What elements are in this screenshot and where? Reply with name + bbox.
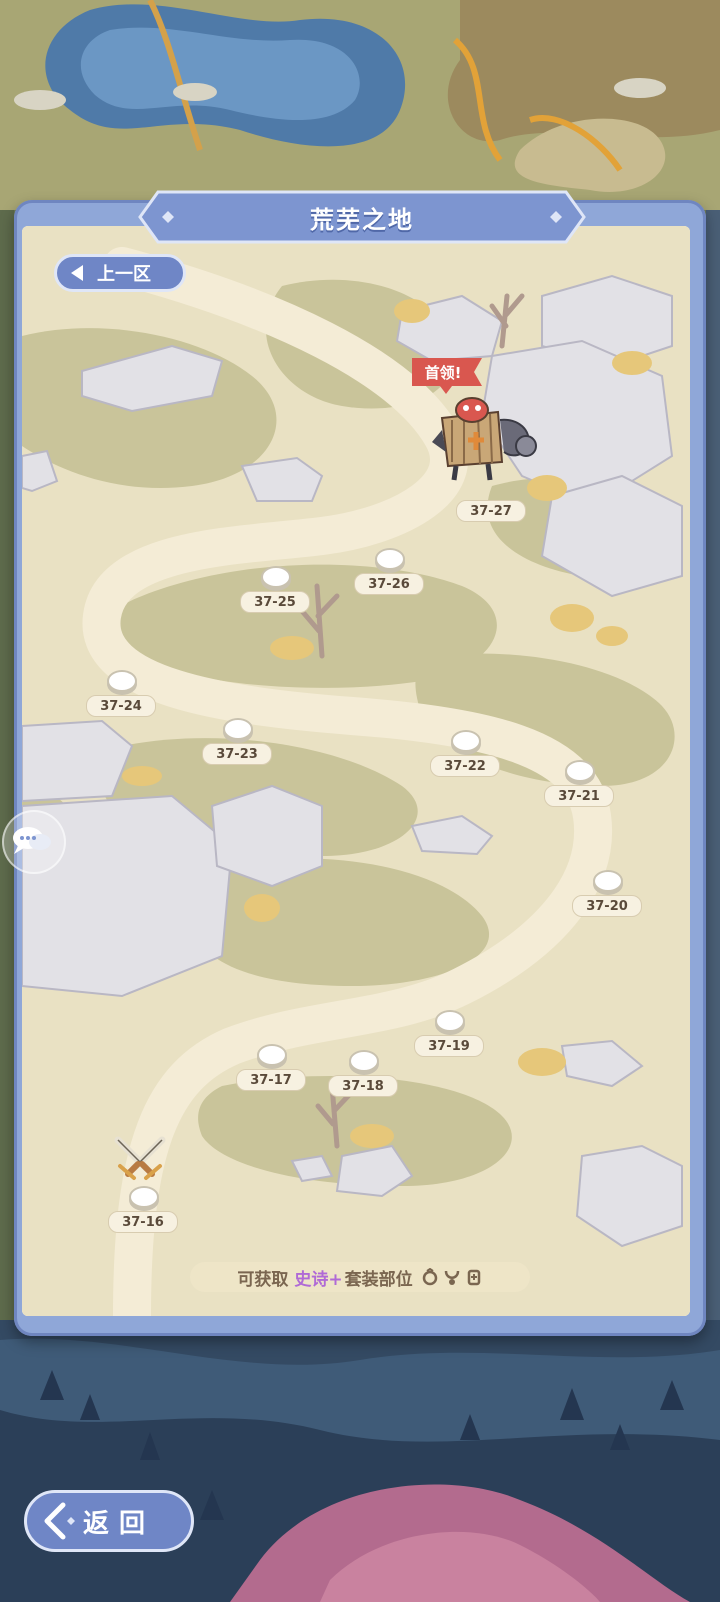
- level-marker: [565, 760, 595, 782]
- level-node-37-23[interactable]: 37-23: [196, 718, 276, 778]
- reward-suffix: 套装部位: [344, 1269, 413, 1290]
- level-node-37-20[interactable]: 37-20: [566, 870, 646, 930]
- level-node-37-26[interactable]: 37-26: [348, 548, 428, 608]
- level-marker: [107, 670, 137, 692]
- level-node-37-19[interactable]: 37-19: [408, 1010, 488, 1070]
- previous-zone-label: 上一区: [97, 264, 151, 285]
- reward-quality: 史诗+: [294, 1269, 343, 1290]
- crossed-swords-icon: [114, 1136, 166, 1180]
- reward-prefix: 可获取: [237, 1269, 289, 1290]
- level-marker: [349, 1050, 379, 1072]
- level-node-37-17[interactable]: 37-17: [230, 1044, 310, 1104]
- necklace-icon: [444, 1270, 459, 1285]
- level-node-37-27[interactable]: 37-27: [450, 486, 530, 546]
- level-marker: [593, 870, 623, 892]
- charm-icon: [467, 1269, 480, 1286]
- previous-zone-button[interactable]: 上一区: [54, 254, 186, 292]
- chat-button[interactable]: [2, 810, 66, 874]
- zone-title-bar: 荒芜之地: [138, 190, 586, 244]
- level-label: 37-22: [430, 755, 500, 777]
- level-node-37-21[interactable]: 37-21: [538, 760, 618, 820]
- level-label: 37-24: [86, 695, 156, 717]
- level-marker: [435, 1010, 465, 1032]
- level-node-37-22[interactable]: 37-22: [424, 730, 504, 790]
- ring-icon: [422, 1268, 437, 1286]
- level-node-37-24[interactable]: 37-24: [80, 670, 160, 730]
- level-label: 37-16: [108, 1211, 178, 1233]
- level-label: 37-17: [236, 1069, 306, 1091]
- level-label: 37-18: [328, 1075, 398, 1097]
- level-label: 37-20: [572, 895, 642, 917]
- level-label: 37-25: [240, 591, 310, 613]
- boss-character-icon[interactable]: [428, 390, 546, 490]
- level-marker: [129, 1186, 159, 1208]
- boss-badge: 首领!: [412, 358, 490, 394]
- level-marker: [451, 730, 481, 752]
- level-marker: [257, 1044, 287, 1066]
- back-button[interactable]: 返回: [24, 1490, 194, 1552]
- level-label: 37-26: [354, 573, 424, 595]
- level-marker: [375, 548, 405, 570]
- level-label: 37-19: [414, 1035, 484, 1057]
- zone-title: 荒芜之地: [310, 205, 414, 234]
- back-label: 返回: [83, 1508, 156, 1539]
- level-node-37-16[interactable]: 37-16: [102, 1186, 182, 1246]
- level-marker: [223, 718, 253, 740]
- level-label: 37-21: [544, 785, 614, 807]
- level-node-37-18[interactable]: 37-18: [322, 1050, 402, 1110]
- level-node-37-25[interactable]: 37-25: [234, 566, 314, 626]
- back-arrow-icon: [44, 1502, 75, 1540]
- left-triangle-icon: [71, 265, 83, 281]
- boss-badge-label: 首领!: [424, 363, 462, 382]
- level-marker: [261, 566, 291, 588]
- chat-bubbles-icon: [13, 827, 51, 854]
- level-label: 37-27: [456, 500, 526, 522]
- level-label: 37-23: [202, 743, 272, 765]
- reward-hint: 可获取 史诗+ 套装部位: [190, 1262, 530, 1292]
